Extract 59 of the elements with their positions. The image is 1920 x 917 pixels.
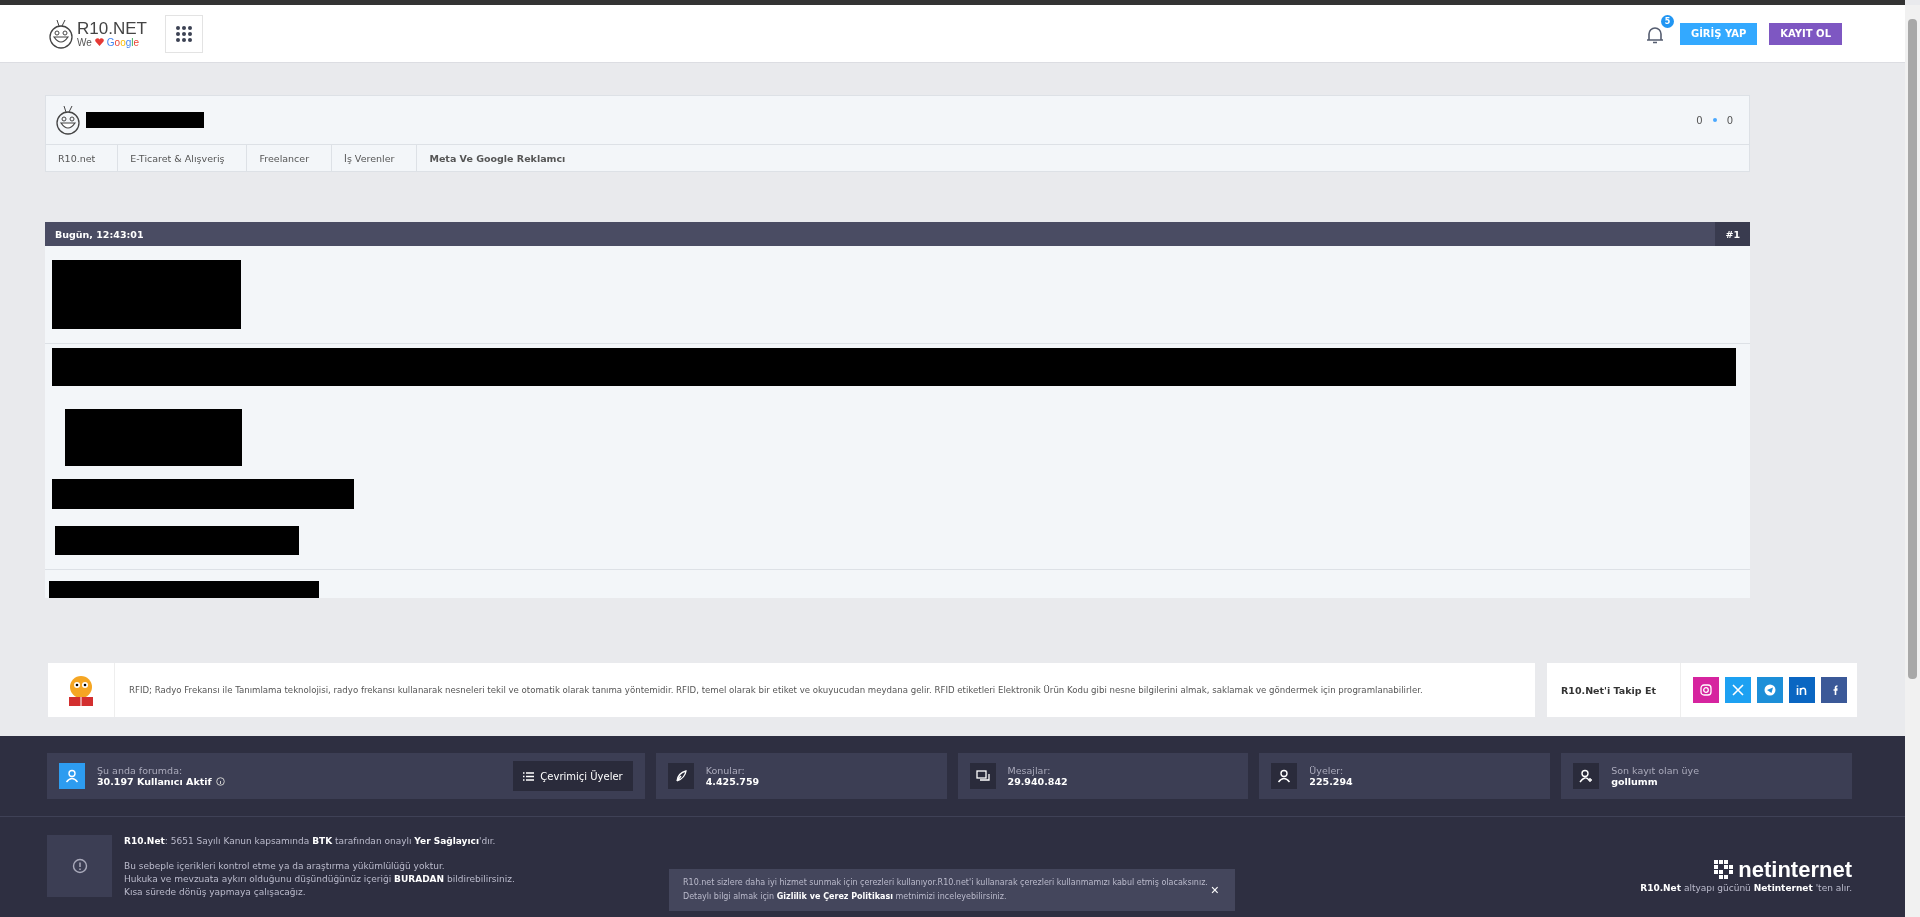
scrollbar[interactable] [1905,5,1920,917]
legal-text: Kısa sürede dönüş yapmaya çalışacağız. [124,886,307,899]
heart-icon [94,38,104,46]
list-icon [523,771,535,781]
breadcrumb-link[interactable]: R10.net [46,145,119,171]
social-link[interactable] [1757,677,1783,703]
stat-label: Şu anda forumda: [97,765,184,776]
stat-label: Son kayıt olan üye [1611,765,1700,776]
user-icon [59,763,85,789]
info-text: RFID; Radyo Frekansı ile Tanımlama teknolojisi, radyo frekansı kullanarak nesneleri tekil ve otomatik olarak tanıma yöntemidir. RFID, temel olarak bir etiket ve okuyucudan meydana gelir. RFID etiketleri Elektronik Ürün Kodu gibi nesne bilgilerini almak, saklamak ve göndermek için programlanabilirler. [129,685,1423,695]
dot-separator [1712,118,1717,122]
register-button[interactable]: KAYIT OL [1769,22,1842,45]
info-circle-icon [71,858,88,874]
cookie-text: Detaylı bilgi almak için Gizlilik ve Çerez Politikası metnimizi inceleyebilirsiniz. [683,891,1008,903]
post-number-link[interactable]: #1 [1715,222,1750,246]
stat-label: Konular: [705,765,746,776]
social-link[interactable] [1789,677,1815,703]
legal-text: R10.Net: 5651 Sayılı Kanun kapsamında BTK tarafından onaylı Yer Sağlayıcı'dır. [124,835,497,848]
apps-menu-button[interactable] [164,14,203,53]
online-members-button[interactable]: Çevrimiçi Üyeler [513,761,633,791]
user-icon [1271,763,1298,789]
site-logo[interactable]: R10.NET We Google [47,18,147,49]
partner-logo[interactable]: netinternet [1714,859,1852,881]
breadcrumb-link[interactable]: Meta Ve Google Reklamcı [417,145,588,171]
info-icon [215,777,225,786]
chat-bubbles-icon [969,763,996,789]
notification-count: 5 [1660,14,1674,28]
stat-value: 4.425.759 [705,776,760,787]
x-icon [1732,684,1744,696]
stat-label: Üyeler: [1309,765,1345,776]
breadcrumb-link[interactable]: İş Verenler [332,145,418,171]
legal-text: Bu sebeple içerikleri kontrol etme ya da araştırma yükümlülüğü yoktur. [124,860,446,873]
social-link[interactable] [1725,677,1751,703]
breadcrumb-link[interactable]: E-Ticaret & Alışveriş [118,145,248,171]
close-button[interactable]: × [1208,882,1221,898]
mascot-face-icon [54,105,82,135]
telegram-icon [1764,684,1776,696]
stat-value: 29.940.842 [1007,776,1068,787]
breadcrumb-link[interactable]: Freelancer [247,145,333,171]
stat-label: Mesajlar: [1007,765,1052,776]
stat-value: 30.197 Kullanıcı Aktif [97,776,212,787]
follow-label: R10.Net'i Takip Et [1547,663,1681,717]
instagram-icon [1700,684,1712,696]
linkedin-icon [1796,684,1808,696]
stat-count: 0 [1696,114,1703,126]
feather-icon [667,763,694,789]
user-add-icon [1573,763,1600,789]
social-link[interactable] [1693,677,1719,703]
bell-icon [1645,24,1664,45]
social-link[interactable] [1821,677,1847,703]
mascot-face-icon [47,18,75,49]
stat-value: gollumm [1611,776,1659,787]
partner-text: R10.Net altyapı gücünü Netinternet 'ten alır. [1640,883,1852,893]
stat-count: 0 [1726,114,1733,126]
legal-text: Hukuka ve mevzuata aykırı olduğunu düşündüğünüz içeriği BURADAN bildirebilirsiniz. [124,873,516,886]
cookie-text: R10.net sizlere daha iyi hizmet sunmak için çerezleri kullanıyor.R10.net'i kullanarak çerezleri kullanmamızı kabul etmiş olacaksınız. [683,877,1209,889]
post-date: Bugün, 12:43:01 [54,228,144,240]
stat-value: 225.294 [1309,776,1353,787]
grid-icon [175,25,192,42]
